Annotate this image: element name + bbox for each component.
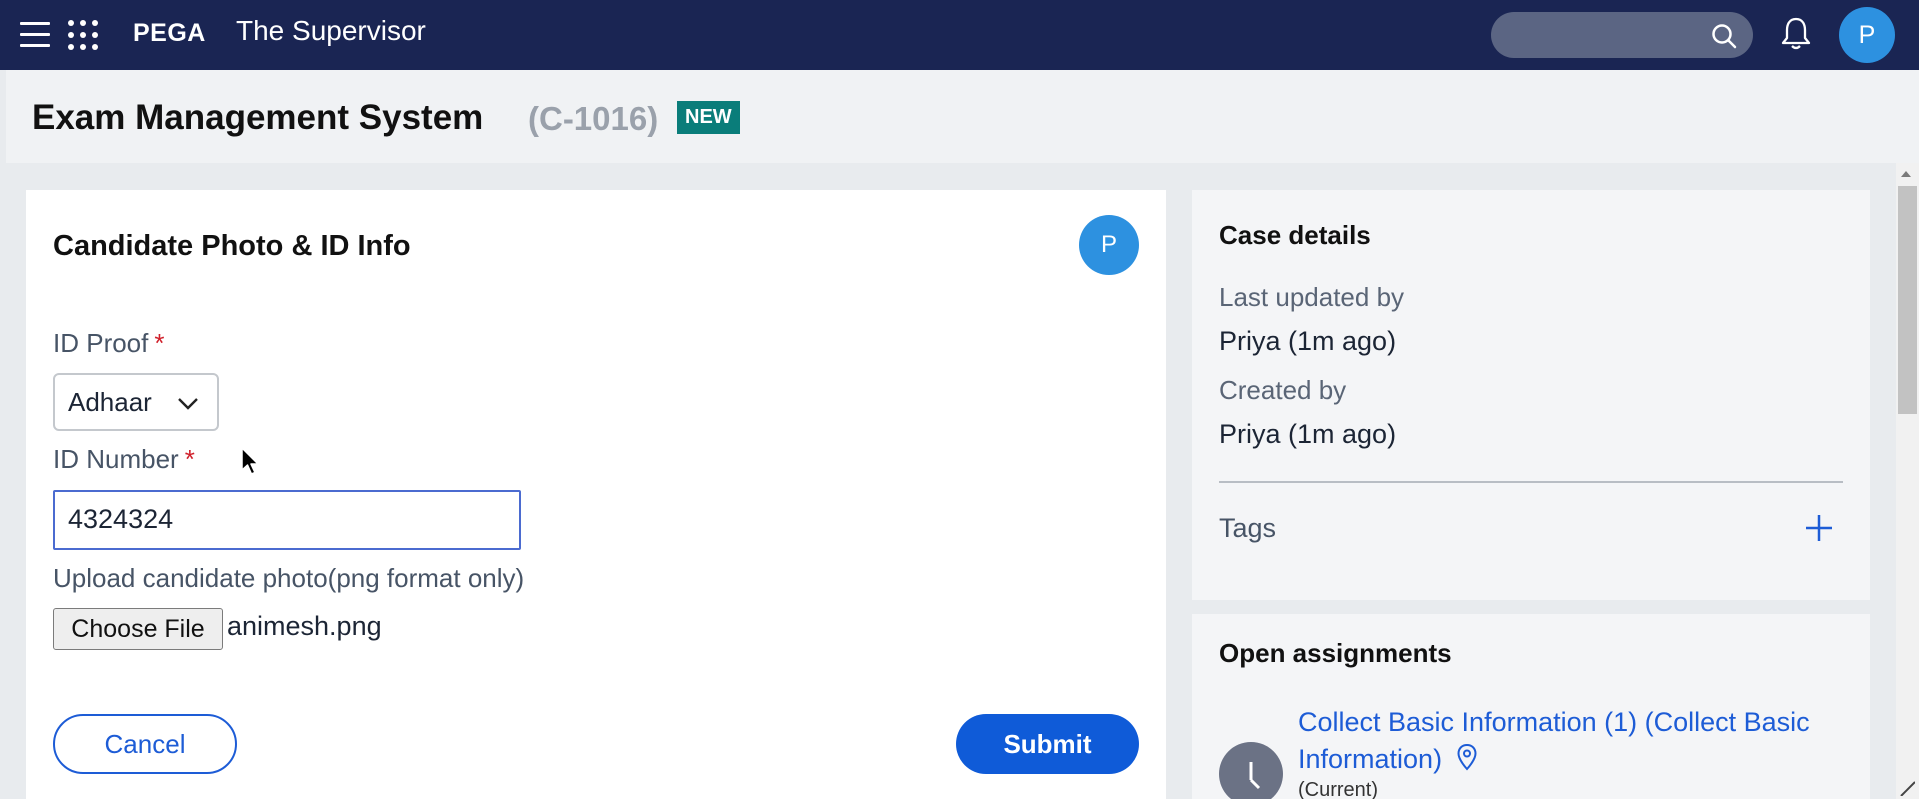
case-details-card: Case details Last updated by Priya (1m a… [1192,190,1870,600]
choose-file-button[interactable]: Choose File [53,608,223,650]
upload-photo-label: Upload candidate photo(png format only) [53,563,525,593]
assignment-form-card: Candidate Photo & ID Info P ID Proof * Ad… [26,190,1166,799]
search-icon[interactable] [1711,23,1737,49]
cancel-button[interactable]: Cancel [53,714,237,774]
user-avatar[interactable]: P [1839,7,1895,63]
assignment-link[interactable]: Collect Basic Information (1) (Collect B… [1298,704,1838,778]
app-title: The Supervisor [236,15,426,46]
add-tag-icon[interactable] [1804,513,1834,543]
tags-label: Tags [1219,513,1277,543]
mouse-pointer-icon [241,447,259,475]
search-input[interactable] [1491,12,1753,58]
case-title: Exam Management System [32,98,484,137]
required-indicator: * [154,328,165,358]
selected-file-name: animesh.png [227,611,382,641]
assignment-status: (Current) [1298,779,1379,799]
case-details-title: Case details [1219,220,1371,250]
created-by-value: Priya (1m ago) [1219,419,1397,449]
case-id: (C-1016) [528,100,659,137]
id-number-label: ID Number * [53,444,195,474]
scrollbar-thumb[interactable] [1898,186,1917,414]
form-section-title: Candidate Photo & ID Info [53,230,411,262]
assignee-avatar: P [1079,215,1139,275]
id-proof-selected-value: Adhaar [68,387,152,417]
last-updated-value: Priya (1m ago) [1219,326,1397,356]
created-by-label: Created by [1219,375,1347,405]
location-pin-icon [1457,743,1477,771]
resize-grip-icon [1900,781,1915,796]
chevron-down-icon [178,398,198,410]
hamburger-menu-icon[interactable] [20,22,50,48]
brand-logo: PEGA [133,19,206,47]
top-bar: PEGA The Supervisor P [0,0,1919,70]
status-badge: NEW [677,101,740,134]
last-updated-label: Last updated by [1219,282,1405,312]
submit-button[interactable]: Submit [956,714,1139,774]
clock-icon [1219,742,1283,799]
notifications-bell-icon[interactable] [1780,15,1812,51]
case-header: Exam Management System (C-1016) NEW [6,70,1919,163]
open-assignments-title: Open assignments [1219,638,1452,668]
assignment-link-text: Collect Basic Information (1) (Collect B… [1298,707,1810,774]
app-launcher-icon[interactable] [68,20,98,50]
open-assignments-card: Open assignments Collect Basic Informati… [1192,614,1870,799]
id-number-field[interactable]: 4324324 [53,490,521,550]
scroll-up-arrow-icon[interactable] [1900,170,1912,178]
required-indicator: * [184,444,195,474]
id-proof-label: ID Proof * [53,328,165,358]
divider [1219,481,1843,483]
id-proof-dropdown[interactable]: Adhaar [53,373,219,431]
